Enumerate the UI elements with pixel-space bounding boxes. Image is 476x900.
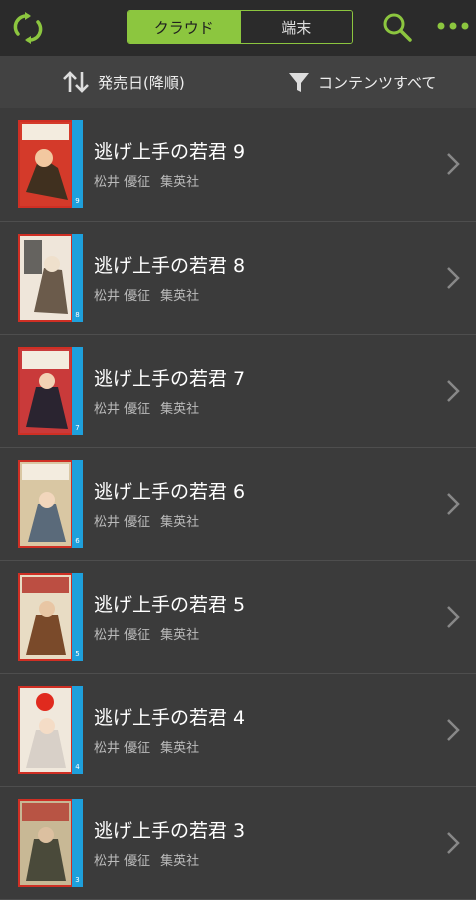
svg-text:7: 7 — [75, 424, 79, 432]
list-item[interactable]: 3 逃げ上手の若君 3 松井 優征 集英社 — [0, 787, 476, 900]
svg-text:6: 6 — [75, 537, 80, 545]
sort-bar: 発売日(降順) コンテンツすべて — [0, 56, 476, 108]
book-author: 松井 優征 — [94, 741, 151, 756]
chevron-right-icon — [447, 606, 460, 628]
tab-cloud[interactable]: クラウド — [128, 11, 240, 43]
book-title: 逃げ上手の若君 8 — [94, 255, 246, 277]
book-cover: 9 — [18, 120, 83, 208]
book-meta: 松井 優征 集英社 — [94, 511, 199, 530]
more-icon[interactable] — [436, 16, 470, 36]
book-cover: 3 — [18, 799, 83, 887]
book-cover: 6 — [18, 460, 83, 548]
book-meta: 松井 優征 集英社 — [94, 737, 199, 756]
chevron-right-icon — [447, 832, 460, 854]
source-toggle: クラウド 端末 — [127, 10, 353, 44]
filter-label: コンテンツすべて — [318, 73, 437, 92]
svg-text:9: 9 — [75, 197, 79, 205]
sort-button[interactable]: 発売日(降順) — [62, 56, 185, 108]
book-author: 松井 優征 — [94, 854, 151, 869]
svg-text:8: 8 — [75, 311, 79, 319]
book-title: 逃げ上手の若君 6 — [94, 481, 246, 503]
filter-button[interactable]: コンテンツすべて — [288, 56, 436, 108]
book-cover: 8 — [18, 234, 83, 322]
book-publisher: 集英社 — [160, 741, 200, 756]
book-list: 9 逃げ上手の若君 9 松井 優征 集英社 8 逃げ上手の若君 8 松井 優征 集英… — [0, 108, 476, 900]
svg-text:3: 3 — [75, 876, 79, 884]
book-meta: 松井 優征 集英社 — [94, 285, 199, 304]
sort-label: 発売日(降順) — [98, 73, 185, 92]
book-author: 松井 優征 — [94, 402, 151, 417]
filter-icon — [289, 73, 309, 92]
book-publisher: 集英社 — [160, 515, 200, 530]
book-meta: 松井 優征 集英社 — [94, 398, 199, 417]
book-author: 松井 優征 — [94, 515, 151, 530]
chevron-right-icon — [447, 267, 460, 289]
book-meta: 松井 優征 集英社 — [94, 171, 199, 190]
book-title: 逃げ上手の若君 4 — [94, 707, 246, 729]
list-item[interactable]: 5 逃げ上手の若君 5 松井 優征 集英社 — [0, 561, 476, 674]
chevron-right-icon — [447, 153, 460, 175]
book-publisher: 集英社 — [160, 175, 200, 190]
top-bar: クラウド 端末 — [0, 0, 476, 56]
list-item[interactable]: 7 逃げ上手の若君 7 松井 優征 集英社 — [0, 335, 476, 448]
book-title: 逃げ上手の若君 9 — [94, 141, 246, 163]
chevron-right-icon — [447, 380, 460, 402]
book-publisher: 集英社 — [160, 854, 200, 869]
list-item[interactable]: 4 逃げ上手の若君 4 松井 優征 集英社 — [0, 674, 476, 787]
chevron-right-icon — [447, 493, 460, 515]
sort-icon — [63, 71, 89, 93]
book-meta: 松井 優征 集英社 — [94, 850, 199, 869]
book-publisher: 集英社 — [160, 289, 200, 304]
book-author: 松井 優征 — [94, 289, 151, 304]
svg-text:4: 4 — [75, 763, 80, 771]
list-item[interactable]: 6 逃げ上手の若君 6 松井 優征 集英社 — [0, 448, 476, 561]
book-publisher: 集英社 — [160, 628, 200, 643]
book-title: 逃げ上手の若君 3 — [94, 820, 246, 842]
tab-device[interactable]: 端末 — [239, 11, 352, 43]
book-cover: 7 — [18, 347, 83, 435]
chevron-right-icon — [447, 719, 460, 741]
book-author: 松井 優征 — [94, 175, 151, 190]
book-author: 松井 優征 — [94, 628, 151, 643]
book-cover: 4 — [18, 686, 83, 774]
sync-icon[interactable] — [12, 10, 44, 46]
book-title: 逃げ上手の若君 5 — [94, 594, 246, 616]
search-icon[interactable] — [382, 12, 412, 42]
book-publisher: 集英社 — [160, 402, 200, 417]
book-title: 逃げ上手の若君 7 — [94, 368, 246, 390]
list-item[interactable]: 8 逃げ上手の若君 8 松井 優征 集英社 — [0, 222, 476, 335]
list-item[interactable]: 9 逃げ上手の若君 9 松井 優征 集英社 — [0, 108, 476, 222]
book-meta: 松井 優征 集英社 — [94, 624, 199, 643]
svg-text:5: 5 — [75, 650, 79, 658]
book-cover: 5 — [18, 573, 83, 661]
